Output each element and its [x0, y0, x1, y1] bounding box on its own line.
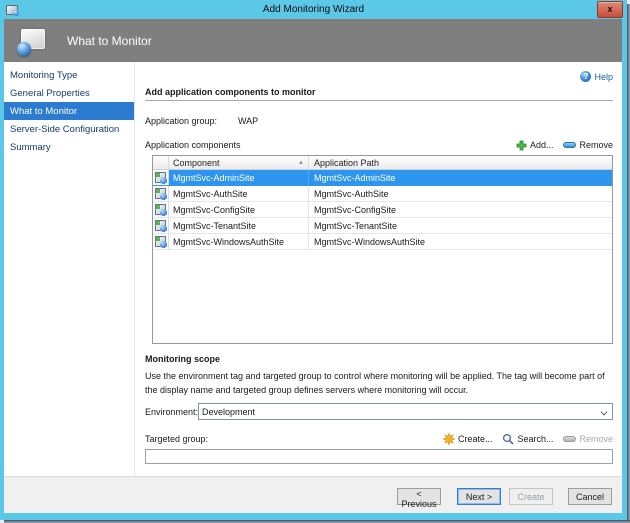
next-button[interactable]: Next >	[457, 488, 501, 505]
page-title: Add application components to monitor	[145, 87, 613, 97]
banner-title: What to Monitor	[67, 34, 152, 48]
section-divider	[145, 100, 613, 101]
wizard-window: Add Monitoring Wizard x What to Monitor …	[0, 0, 627, 520]
sort-ascending-icon: ▲	[298, 160, 304, 166]
application-group-row: Application group: WAP	[145, 114, 613, 127]
window-title: Add Monitoring Wizard	[0, 4, 627, 15]
sidebar-item-what-to-monitor[interactable]: What to Monitor	[4, 102, 134, 120]
monitoring-scope-title: Monitoring scope	[145, 354, 613, 364]
title-bar: Add Monitoring Wizard x	[0, 0, 627, 19]
targeted-group-input[interactable]	[145, 449, 613, 464]
application-group-value: WAP	[238, 116, 258, 126]
sidebar-item-general-properties[interactable]: General Properties	[4, 84, 134, 102]
add-plus-icon	[516, 140, 527, 151]
table-row[interactable]: MgmtSvc-AdminSite MgmtSvc-AdminSite	[153, 170, 612, 186]
sidebar-item-summary[interactable]: Summary	[4, 138, 134, 156]
remove-component-button[interactable]: Remove	[563, 140, 613, 150]
environment-label: Environment:	[145, 407, 198, 417]
create-group-button[interactable]: Create...	[443, 433, 493, 445]
cell-component: MgmtSvc-ConfigSite	[169, 202, 309, 217]
site-icon	[155, 220, 166, 231]
dialog-body: What to Monitor Monitoring Type General …	[4, 19, 622, 513]
table-row[interactable]: MgmtSvc-AuthSite MgmtSvc-AuthSite	[153, 186, 612, 202]
site-icon	[155, 204, 166, 215]
table-header: Component ▲ Application Path	[153, 156, 612, 170]
screen: Add Monitoring Wizard x What to Monitor …	[0, 0, 630, 523]
wizard-page-content: ? Help Add application components to mon…	[135, 62, 622, 476]
table-row[interactable]: MgmtSvc-ConfigSite MgmtSvc-ConfigSite	[153, 202, 612, 218]
create-button[interactable]: Create	[509, 488, 553, 505]
help-label: Help	[594, 72, 613, 82]
chevron-down-icon	[601, 409, 608, 416]
wizard-banner: What to Monitor	[4, 19, 622, 62]
remove-minus-icon-disabled	[563, 436, 576, 442]
help-link[interactable]: ? Help	[145, 70, 613, 83]
application-group-label: Application group:	[145, 116, 238, 126]
cell-component: MgmtSvc-WindowsAuthSite	[169, 234, 309, 249]
add-component-button[interactable]: Add...	[516, 140, 554, 151]
search-icon	[502, 433, 514, 445]
environment-dropdown[interactable]: Development	[198, 403, 613, 420]
environment-value: Development	[202, 407, 255, 417]
monitoring-scope-description: Use the environment tag and targeted gro…	[145, 369, 613, 397]
row-header-column	[153, 156, 169, 169]
cell-component: MgmtSvc-AdminSite	[169, 170, 309, 185]
column-header-application-path[interactable]: Application Path	[309, 156, 612, 169]
cell-component: MgmtSvc-AuthSite	[169, 186, 309, 201]
cell-application-path: MgmtSvc-AuthSite	[309, 186, 612, 201]
remove-group-button[interactable]: Remove	[563, 434, 613, 444]
application-components-table: Component ▲ Application Path MgmtSvc-Adm…	[152, 155, 613, 344]
site-icon	[155, 188, 166, 199]
application-components-label: Application components	[145, 140, 241, 150]
previous-button[interactable]: < Previous	[397, 488, 441, 505]
wizard-steps-sidebar: Monitoring Type General Properties What …	[4, 62, 135, 476]
table-row[interactable]: MgmtSvc-TenantSite MgmtSvc-TenantSite	[153, 218, 612, 234]
cell-application-path: MgmtSvc-TenantSite	[309, 218, 612, 233]
sidebar-item-monitoring-type[interactable]: Monitoring Type	[4, 66, 134, 84]
cell-application-path: MgmtSvc-ConfigSite	[309, 202, 612, 217]
sidebar-item-server-side-configuration[interactable]: Server-Side Configuration	[4, 120, 134, 138]
wizard-button-bar: < Previous Next > Create Cancel	[4, 476, 622, 513]
remove-minus-icon	[563, 142, 576, 148]
column-header-component[interactable]: Component ▲	[169, 156, 309, 169]
cell-component: MgmtSvc-TenantSite	[169, 218, 309, 233]
targeted-group-label: Targeted group:	[145, 434, 208, 444]
monitor-page-icon	[17, 29, 45, 53]
cell-application-path: MgmtSvc-AdminSite	[309, 170, 612, 185]
cancel-button[interactable]: Cancel	[568, 488, 612, 505]
close-icon: x	[607, 4, 612, 14]
site-icon	[155, 236, 166, 247]
help-icon: ?	[580, 71, 591, 82]
table-empty-area	[153, 250, 612, 343]
search-group-button[interactable]: Search...	[502, 433, 553, 445]
cell-application-path: MgmtSvc-WindowsAuthSite	[309, 234, 612, 249]
site-icon	[155, 172, 166, 183]
create-star-icon	[443, 433, 455, 445]
table-row[interactable]: MgmtSvc-WindowsAuthSite MgmtSvc-WindowsA…	[153, 234, 612, 250]
close-button[interactable]: x	[597, 1, 623, 18]
